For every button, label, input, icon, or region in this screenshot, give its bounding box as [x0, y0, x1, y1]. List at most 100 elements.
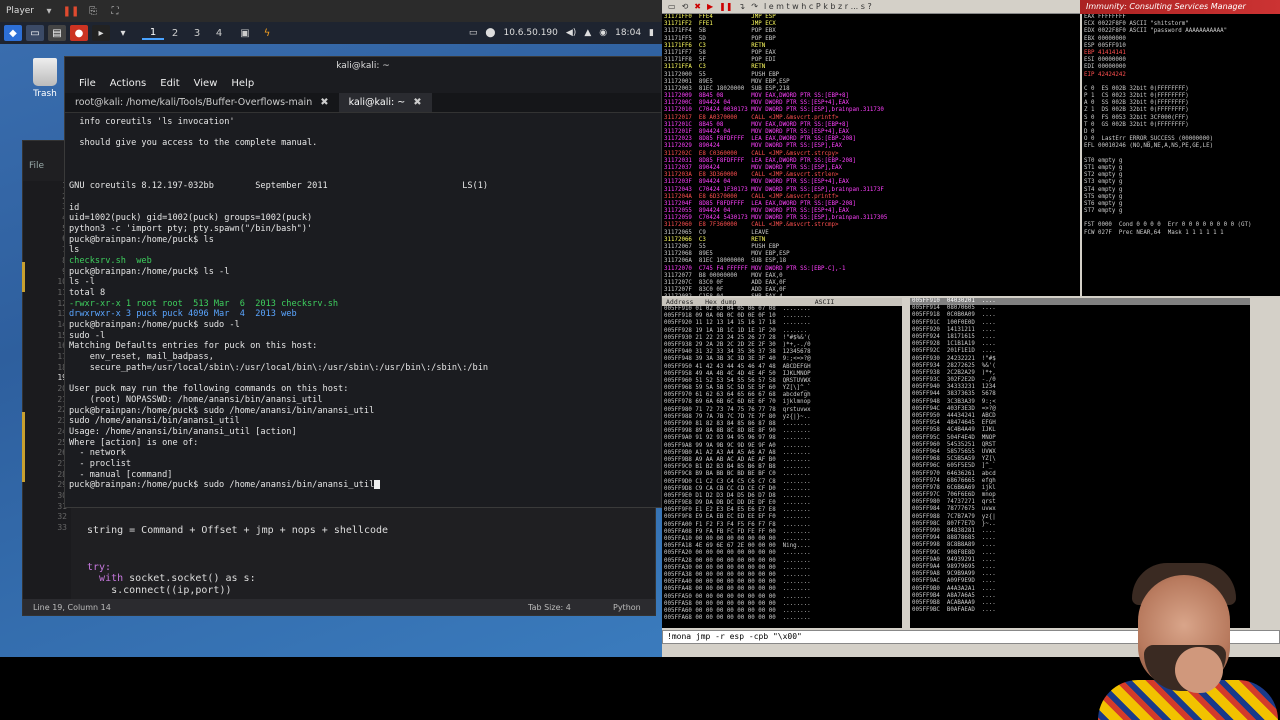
- registers-pane[interactable]: EAX FFFFFFFF ECX 0022F8F0 ASCII "shitstor…: [1082, 14, 1280, 296]
- cpu-row[interactable]: 31171FF0 FFE4 JMP ESP: [662, 14, 1080, 21]
- dump-row[interactable]: 005FF970 61 62 63 64 65 66 67 68 abcdefg…: [662, 392, 902, 399]
- stack-row[interactable]: 005FF958 4C4B4A49 IJKL: [910, 427, 1250, 434]
- stack-row[interactable]: 005FF984 78777675 uvwx: [910, 506, 1250, 513]
- send-keys-icon[interactable]: ⎘: [86, 5, 100, 17]
- stack-row[interactable]: 005FF954 48474645 EFGH: [910, 420, 1250, 427]
- dump-row[interactable]: 005FF910 01 02 03 04 05 06 07 08 .......…: [662, 306, 902, 313]
- dump-row[interactable]: 005FF998 89 8A 8B 8C 8D 8E 8F 90 .......…: [662, 428, 902, 435]
- trash-desktop-icon[interactable]: Trash: [28, 58, 62, 99]
- cpu-row[interactable]: 3117204A E8 6D370000 CALL <JMP.&msvcrt.p…: [662, 194, 1080, 201]
- cpu-row[interactable]: 31172017 E8 A0370000 CALL <JMP.&msvcrt.p…: [662, 115, 1080, 122]
- stack-row[interactable]: 005FF940 34333231 1234: [910, 384, 1250, 391]
- menu-edit[interactable]: Edit: [160, 75, 179, 93]
- dump-row[interactable]: 005FF9C8 B9 BA BB BC BD BE BF C0 .......…: [662, 471, 902, 478]
- dump-row[interactable]: 005FF930 21 22 23 24 25 26 27 28 !"#$%&'…: [662, 335, 902, 342]
- dump-row[interactable]: 005FFA18 4E 69 6E 67 2E 00 00 00 Ning...…: [662, 543, 902, 550]
- register-row[interactable]: EFL 00010246 (NO,NB,NE,A,NS,PE,GE,LE): [1082, 143, 1280, 150]
- workspace-1[interactable]: 1: [142, 27, 164, 40]
- cpu-row[interactable]: 3117200C 894424 04 MOV DWORD PTR SS:[ESP…: [662, 100, 1080, 107]
- stack-row[interactable]: 005FF964 58575655 UVWX: [910, 449, 1250, 456]
- register-row[interactable]: [1082, 151, 1280, 158]
- dump-row[interactable]: 005FF918 09 0A 0B 0C 0D 0E 0F 10 .......…: [662, 313, 902, 320]
- stack-row[interactable]: 005FF95C 504F4E4D MNOP: [910, 435, 1250, 442]
- toolbar-window-letters[interactable]: l e m t w h c P k b z r ... s ?: [764, 2, 872, 11]
- register-row[interactable]: [1082, 215, 1280, 222]
- dump-row[interactable]: 005FFA28 00 00 00 00 00 00 00 00 .......…: [662, 558, 902, 565]
- dump-row[interactable]: 005FF9C0 B1 B2 B3 B4 B5 B6 B7 B8 .......…: [662, 464, 902, 471]
- register-row[interactable]: A 0 SS 002B 32bit 0(FFFFFFFF): [1082, 100, 1280, 107]
- stack-row[interactable]: 005FF93C 302F2E2D -./0: [910, 377, 1250, 384]
- dump-row[interactable]: 005FF980 71 72 73 74 75 76 77 78 qrstuvw…: [662, 407, 902, 414]
- cpu-row[interactable]: 31171FF4 5B POP EBX: [662, 28, 1080, 35]
- cpu-row[interactable]: 31172009 8B45 08 MOV EAX,DWORD PTR SS:[E…: [662, 93, 1080, 100]
- stack-row[interactable]: 005FF978 6C6B6A69 ijkl: [910, 485, 1250, 492]
- workspace-4[interactable]: 4: [208, 28, 230, 39]
- dump-row[interactable]: 005FF950 41 42 43 44 45 46 47 48 ABCDEFG…: [662, 364, 902, 371]
- register-row[interactable]: EDX 0022F8F0 ASCII "password AAAAAAAAAAA…: [1082, 28, 1280, 35]
- dump-row[interactable]: 005FF9E8 D9 DA DB DC DD DE DF E0 .......…: [662, 500, 902, 507]
- dump-row[interactable]: 005FF9F0 E1 E2 E3 E4 E5 E6 E7 E8 .......…: [662, 507, 902, 514]
- dump-row[interactable]: 005FFA40 00 00 00 00 00 00 00 00 .......…: [662, 579, 902, 586]
- register-row[interactable]: ST2 empty g: [1082, 172, 1280, 179]
- cpu-row[interactable]: 31172001 89E5 MOV EBP,ESP: [662, 79, 1080, 86]
- terminal-icon[interactable]: ▸: [92, 25, 110, 41]
- cpu-row[interactable]: 31172037 890424 MOV DWORD PTR SS:[ESP],E…: [662, 165, 1080, 172]
- file-manager-icon[interactable]: ▤: [48, 25, 66, 41]
- pause-icon[interactable]: ❚❚: [719, 2, 732, 11]
- cpu-row[interactable]: 31172059 C70424 5430173 MOV DWORD PTR SS…: [662, 215, 1080, 222]
- stack-row[interactable]: 005FF930 24232221 !"#$: [910, 356, 1250, 363]
- register-row[interactable]: P 1 CS 0023 32bit 0(FFFFFFFF): [1082, 93, 1280, 100]
- burp-task-icon[interactable]: ϟ: [258, 25, 276, 41]
- network-icon[interactable]: ⬤: [485, 28, 495, 38]
- cpu-row[interactable]: 31172060 E8 7F360000 CALL <JMP.&msvcrt.s…: [662, 222, 1080, 229]
- dump-row[interactable]: 005FFA08 F9 FA FB FC FD FE FF 00 .......…: [662, 529, 902, 536]
- dump-row[interactable]: 005FF928 19 1A 1B 1C 1D 1E 1F 20 .......: [662, 328, 902, 335]
- register-row[interactable]: ST7 empty g: [1082, 208, 1280, 215]
- register-row[interactable]: ESP 005FF910: [1082, 43, 1280, 50]
- menu-actions[interactable]: Actions: [110, 75, 147, 93]
- close-process-icon[interactable]: ✖: [694, 2, 701, 11]
- cpu-row[interactable]: 31172029 890424 MOV DWORD PTR SS:[ESP],E…: [662, 143, 1080, 150]
- tab-root-buffer-overflows[interactable]: root@kali: /home/kali/Tools/Buffer-Overf…: [65, 93, 339, 112]
- stack-row[interactable]: 005FF994 88878685 ....: [910, 535, 1250, 542]
- terminal-task-icon[interactable]: ▣: [236, 25, 254, 41]
- cpu-row[interactable]: 31172043 C70424 1F30173 MOV DWORD PTR SS…: [662, 187, 1080, 194]
- cpu-row[interactable]: 31172077 B8 00000000 MOV EAX,0: [662, 273, 1080, 280]
- stack-row[interactable]: 005FF938 2C2B2A29 )*+,: [910, 370, 1250, 377]
- power-icon[interactable]: ◉: [599, 28, 607, 38]
- dump-row[interactable]: 005FF920 11 12 13 14 15 16 17 18 .......…: [662, 320, 902, 327]
- dump-row[interactable]: 005FFA60 00 00 00 00 00 00 00 00 .......…: [662, 608, 902, 615]
- register-row[interactable]: D 0: [1082, 129, 1280, 136]
- show-desktop-icon[interactable]: ▭: [26, 25, 44, 41]
- stack-row[interactable]: 005FF92C 201F1E1D ....: [910, 348, 1250, 355]
- cursor-position[interactable]: Line 19, Column 14: [33, 603, 111, 612]
- cpu-row[interactable]: 3117203F 894424 04 MOV DWORD PTR SS:[ESP…: [662, 179, 1080, 186]
- rewind-icon[interactable]: ⟲: [682, 2, 689, 11]
- stack-row[interactable]: 005FF91C 100F0E0D ....: [910, 320, 1250, 327]
- cpu-row[interactable]: 31172031 8D85 F8FDFFFF LEA EAX,DWORD PTR…: [662, 158, 1080, 165]
- dump-row[interactable]: 005FF978 69 6A 6B 6C 6D 6E 6F 70 ijklmno…: [662, 399, 902, 406]
- stack-row[interactable]: 005FF928 1C1B1A19 ....: [910, 341, 1250, 348]
- dropdown-arrow-icon[interactable]: ▾: [42, 5, 56, 17]
- dump-row[interactable]: 005FFA38 00 00 00 00 00 00 00 00 .......…: [662, 572, 902, 579]
- cpu-row[interactable]: 3117207C 83C0 0F ADD EAX,0F: [662, 280, 1080, 287]
- dump-row[interactable]: 005FF9F8 E9 EA EB EC ED EE EF F0 .......…: [662, 514, 902, 521]
- cpu-row[interactable]: 31172082 C1E8 04 SHR EAX,4: [662, 294, 1080, 296]
- step-over-icon[interactable]: ↷: [751, 2, 758, 11]
- dump-row[interactable]: 005FF948 39 3A 3B 3C 3D 3E 3F 40 9:;<=>?…: [662, 356, 902, 363]
- lock-icon[interactable]: ▮: [649, 28, 654, 38]
- workspace-2[interactable]: 2: [164, 28, 186, 39]
- cpu-row[interactable]: 31171FF8 5F POP EDI: [662, 57, 1080, 64]
- tab-size[interactable]: Tab Size: 4: [528, 603, 571, 612]
- stack-row[interactable]: 005FF948 3C3B3A39 9:;<: [910, 399, 1250, 406]
- cpu-row[interactable]: 3117201F 894424 04 MOV DWORD PTR SS:[ESP…: [662, 129, 1080, 136]
- dump-row[interactable]: 005FF9A0 91 92 93 94 95 96 97 98 .......…: [662, 435, 902, 442]
- stack-row[interactable]: 005FF980 74737271 qrst: [910, 499, 1250, 506]
- dump-row[interactable]: 005FFA68 00 00 00 00 00 00 00 00 .......…: [662, 615, 902, 622]
- dump-row[interactable]: 005FF990 81 82 83 84 85 86 87 88 .......…: [662, 421, 902, 428]
- menu-view[interactable]: View: [194, 75, 218, 93]
- cpu-row[interactable]: 3117206A 81EC 18000000 SUB ESP,18: [662, 258, 1080, 265]
- stack-row[interactable]: 005FF98C 807F7E7D }~..: [910, 521, 1250, 528]
- stack-row[interactable]: 005FF960 54535251 QRST: [910, 442, 1250, 449]
- stack-row[interactable]: 005FF97C 706F6E6D mnop: [910, 492, 1250, 499]
